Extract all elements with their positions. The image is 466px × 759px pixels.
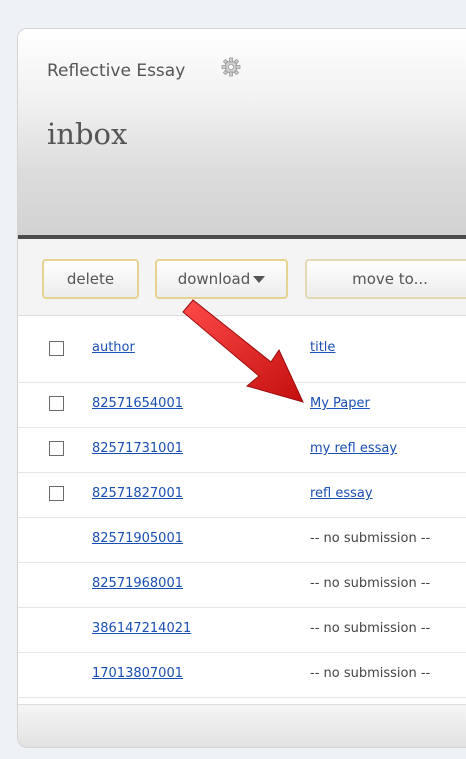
author-link[interactable]: 82571731001 — [92, 441, 183, 456]
table-row: 17013807001 -- no submission -- — [18, 653, 466, 698]
table-row: 82571827001 refl essay — [18, 473, 466, 518]
title-link[interactable]: refl essay — [310, 486, 373, 501]
title-link[interactable]: My Paper — [310, 396, 370, 411]
caret-down-icon — [253, 276, 266, 283]
move-to-button[interactable]: move to... — [305, 259, 466, 299]
table-row: 82571968001 -- no submission -- — [18, 563, 466, 608]
no-submission-text: -- no submission -- — [310, 621, 431, 636]
panel-footer — [18, 704, 466, 747]
panel-header: Reflective Essay inbox — [18, 29, 466, 239]
assignment-title: Reflective Essay — [47, 61, 186, 81]
row-checkbox[interactable] — [49, 486, 64, 501]
move-to-button-label: move to... — [352, 270, 428, 288]
select-all-checkbox[interactable] — [49, 341, 64, 356]
author-link[interactable]: 82571654001 — [92, 396, 183, 411]
author-link[interactable]: 17013807001 — [92, 666, 183, 681]
title-link[interactable]: my refl essay — [310, 441, 397, 456]
red-annotation-arrow-icon — [182, 299, 304, 403]
title-column-header[interactable]: title — [310, 340, 335, 355]
author-column-header[interactable]: author — [92, 340, 135, 355]
row-checkbox[interactable] — [49, 396, 64, 411]
author-link[interactable]: 82571905001 — [92, 531, 183, 546]
author-link[interactable]: 82571968001 — [92, 576, 183, 591]
table-row: 82571905001 -- no submission -- — [18, 518, 466, 563]
download-button-label: download — [177, 270, 251, 288]
delete-button-label: delete — [66, 270, 115, 288]
table-row: 386147214021 -- no submission -- — [18, 608, 466, 653]
no-submission-text: -- no submission -- — [310, 531, 431, 546]
page-title: inbox — [47, 117, 128, 151]
gear-icon[interactable] — [221, 57, 241, 77]
author-link[interactable]: 386147214021 — [92, 621, 191, 636]
no-submission-text: -- no submission -- — [310, 666, 431, 681]
row-checkbox[interactable] — [49, 441, 64, 456]
no-submission-text: -- no submission -- — [310, 576, 431, 591]
author-link[interactable]: 82571827001 — [92, 486, 183, 501]
table-row: 82571731001 my refl essay — [18, 428, 466, 473]
delete-button[interactable]: delete — [42, 259, 139, 299]
